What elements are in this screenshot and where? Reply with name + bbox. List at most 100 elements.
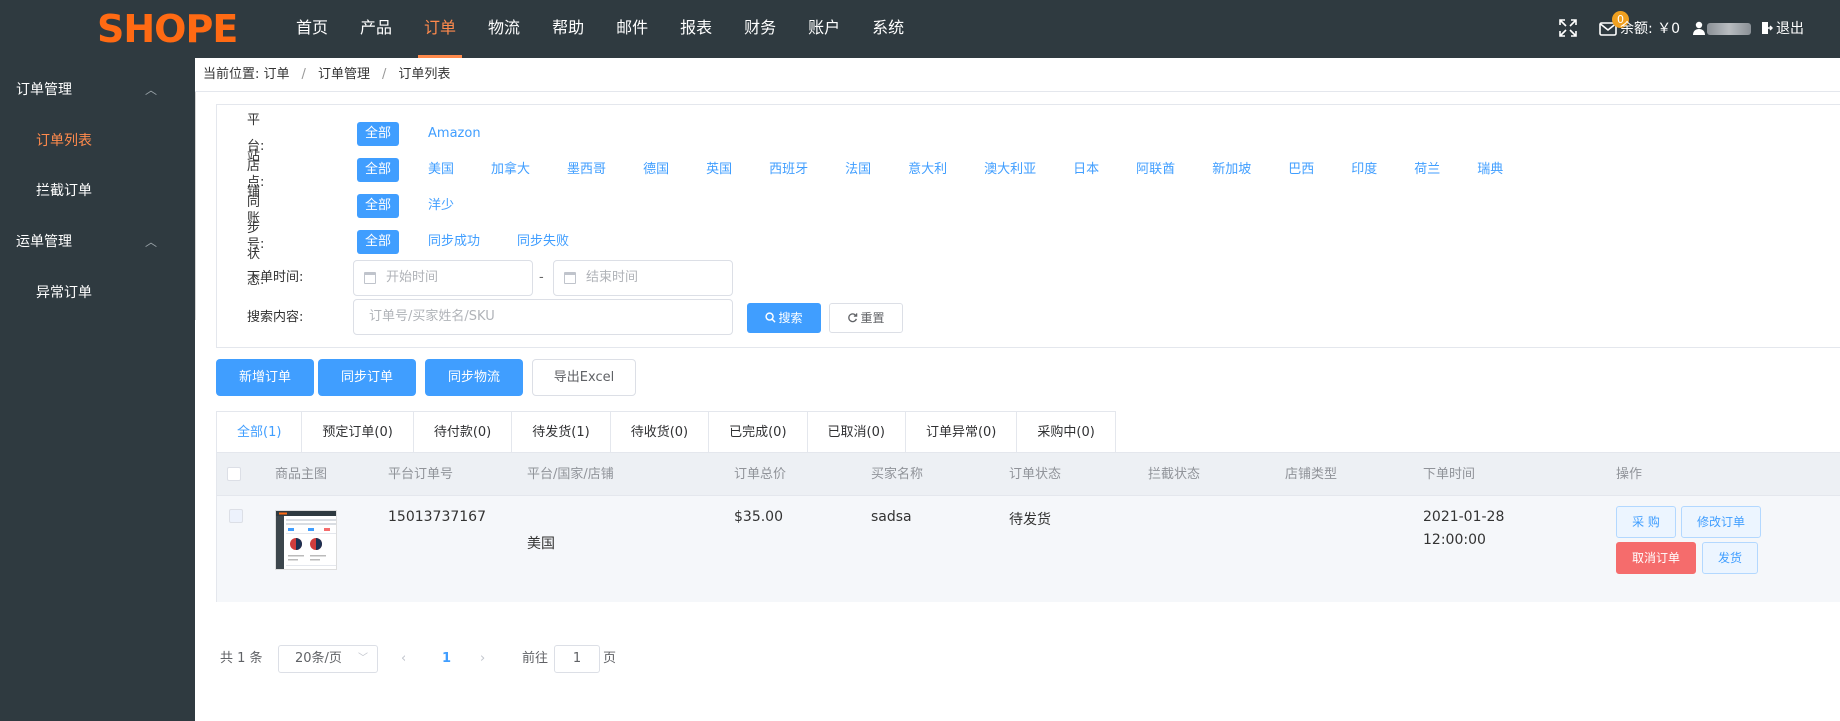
nav-item-finance[interactable]: 财务 [728, 0, 792, 58]
user-icon [1693, 21, 1705, 35]
nav-item-products[interactable]: 产品 [344, 0, 408, 58]
breadcrumb-item-current: 订单列表 [398, 67, 451, 82]
tab-pending-receipt[interactable]: 待收货(0) [611, 412, 710, 453]
order-date: 2021-01-28 [1423, 509, 1505, 525]
next-page-button[interactable]: › [480, 645, 485, 673]
col-header-intercept: 拦截状态 [1148, 467, 1201, 482]
tab-pending-shipment[interactable]: 待发货(1) [512, 412, 611, 453]
nav-item-help[interactable]: 帮助 [536, 0, 600, 58]
mail-button[interactable]: 0 [1599, 11, 1629, 38]
sidebar-item-intercepted-orders[interactable]: 拦截订单 [0, 166, 195, 216]
site-option-nl[interactable]: 荷兰 [1406, 158, 1448, 182]
goto-label: 前往 [522, 651, 549, 666]
site-option-au[interactable]: 澳大利亚 [976, 158, 1044, 182]
tab-completed[interactable]: 已完成(0) [709, 412, 808, 453]
nav-item-mail[interactable]: 邮件 [600, 0, 664, 58]
logout-button[interactable]: 退出 [1761, 0, 1804, 58]
site-option-it[interactable]: 意大利 [900, 158, 955, 182]
tab-all[interactable]: 全部(1) [217, 412, 303, 453]
site-option-se[interactable]: 瑞典 [1469, 158, 1511, 182]
tab-pending-payment[interactable]: 待付款(0) [414, 412, 513, 453]
select-all-checkbox[interactable] [227, 467, 241, 481]
sidebar-group-label: 运单管理 [16, 234, 72, 250]
site-option-mx[interactable]: 墨西哥 [559, 158, 614, 182]
tab-purchasing[interactable]: 采购中(0) [1017, 412, 1114, 453]
search-button[interactable]: 搜索 [747, 303, 821, 333]
col-header-image: 商品主图 [275, 467, 328, 482]
row-checkbox[interactable] [229, 509, 243, 523]
nav-item-reports[interactable]: 报表 [664, 0, 728, 58]
nav-item-account[interactable]: 账户 [792, 0, 856, 58]
modify-order-button[interactable]: 修改订单 [1681, 506, 1761, 538]
sidebar: 订单管理 ︿ 订单列表 拦截订单 运单管理 ︿ 异常订单 [0, 58, 195, 721]
calendar-icon [564, 272, 576, 284]
export-excel-button[interactable]: 导出Excel [532, 359, 636, 396]
site-option-br[interactable]: 巴西 [1280, 158, 1322, 182]
start-date-placeholder: 开始时间 [386, 270, 439, 285]
search-input[interactable]: 订单号/买家姓名/SKU [353, 299, 733, 335]
sync-option-failed[interactable]: 同步失败 [509, 230, 577, 254]
site-option-uk[interactable]: 英国 [698, 158, 740, 182]
site-option-sg[interactable]: 新加坡 [1204, 158, 1259, 182]
fullscreen-icon[interactable] [1558, 18, 1578, 38]
user-name-redacted[interactable] [1707, 23, 1751, 35]
nav-item-logistics[interactable]: 物流 [472, 0, 536, 58]
site-option-in[interactable]: 印度 [1343, 158, 1385, 182]
product-image [276, 511, 336, 569]
sidebar-item-order-list[interactable]: 订单列表 [0, 116, 195, 166]
site-option-jp[interactable]: 日本 [1065, 158, 1107, 182]
col-header-order-no: 平台订单号 [388, 467, 454, 482]
site-option-ca[interactable]: 加拿大 [483, 158, 538, 182]
shop-option-yangshao[interactable]: 洋少 [420, 194, 462, 218]
site-option-fr[interactable]: 法国 [837, 158, 879, 182]
refresh-icon [848, 313, 858, 323]
nav-item-system[interactable]: 系统 [856, 0, 920, 58]
site-option-ae[interactable]: 阿联酋 [1128, 158, 1183, 182]
pagination: 共 1 条 20条/页 ﹀ ‹ 1 › 前往 1 页 [220, 645, 820, 673]
platform-option-amazon[interactable]: Amazon [420, 122, 489, 146]
start-date-input[interactable]: 开始时间 [353, 260, 533, 296]
end-date-input[interactable]: 结束时间 [553, 260, 733, 296]
platform-option-all[interactable]: 全部 [357, 122, 400, 146]
sync-logistics-button[interactable]: 同步物流 [425, 359, 523, 396]
reset-button[interactable]: 重置 [829, 303, 903, 333]
tab-exception[interactable]: 订单异常(0) [906, 412, 1018, 453]
shop-option-all[interactable]: 全部 [357, 194, 400, 218]
sidebar-group-waybill-management[interactable]: 运单管理 ︿ [0, 216, 195, 268]
site-options: 全部 美国 加拿大 墨西哥 德国 英国 西班牙 法国 意大利 澳大利亚 日本 阿… [357, 157, 1511, 183]
sidebar-item-exception-orders[interactable]: 异常订单 [0, 268, 195, 318]
add-order-button[interactable]: 新增订单 [216, 359, 314, 396]
logout-icon [1762, 22, 1773, 34]
sidebar-group-order-management[interactable]: 订单管理 ︿ [0, 64, 195, 116]
filter-panel: 平台: 全部 Amazon 站点: 全部 美国 加拿大 墨西哥 德国 英国 西班… [216, 104, 1840, 348]
order-country: 美国 [527, 536, 555, 552]
site-option-es[interactable]: 西班牙 [761, 158, 816, 182]
cancel-order-button[interactable]: 取消订单 [1616, 542, 1696, 574]
end-date-placeholder: 结束时间 [586, 270, 639, 285]
tab-cancelled[interactable]: 已取消(0) [808, 412, 906, 453]
search-icon [765, 312, 777, 323]
sync-order-button[interactable]: 同步订单 [318, 359, 416, 396]
breadcrumb-item[interactable]: 订单管理 [318, 67, 370, 82]
pagination-total: 共 1 条 [220, 651, 263, 666]
goto-page-input[interactable]: 1 [554, 645, 600, 673]
sync-option-success[interactable]: 同步成功 [420, 230, 488, 254]
shope-logo[interactable]: SHOPE [97, 7, 247, 49]
sync-option-all[interactable]: 全部 [357, 230, 400, 254]
site-option-all[interactable]: 全部 [357, 158, 400, 182]
purchase-button[interactable]: 采 购 [1616, 506, 1676, 538]
product-thumbnail[interactable] [275, 510, 337, 570]
ship-button[interactable]: 发货 [1702, 542, 1758, 574]
site-option-us[interactable]: 美国 [420, 158, 462, 182]
tab-reserved[interactable]: 预定订单(0) [302, 412, 414, 453]
col-header-buyer: 买家名称 [871, 467, 924, 482]
breadcrumb-item[interactable]: 订单 [264, 67, 290, 82]
nav-item-home[interactable]: 首页 [280, 0, 344, 58]
prev-page-button[interactable]: ‹ [401, 645, 406, 673]
nav-item-orders[interactable]: 订单 [408, 0, 472, 58]
site-option-de[interactable]: 德国 [635, 158, 677, 182]
order-total: $35.00 [734, 509, 783, 525]
page-number-current[interactable]: 1 [442, 645, 451, 673]
col-header-actions: 操作 [1616, 467, 1643, 482]
page-size-select[interactable]: 20条/页 ﹀ [278, 645, 378, 673]
